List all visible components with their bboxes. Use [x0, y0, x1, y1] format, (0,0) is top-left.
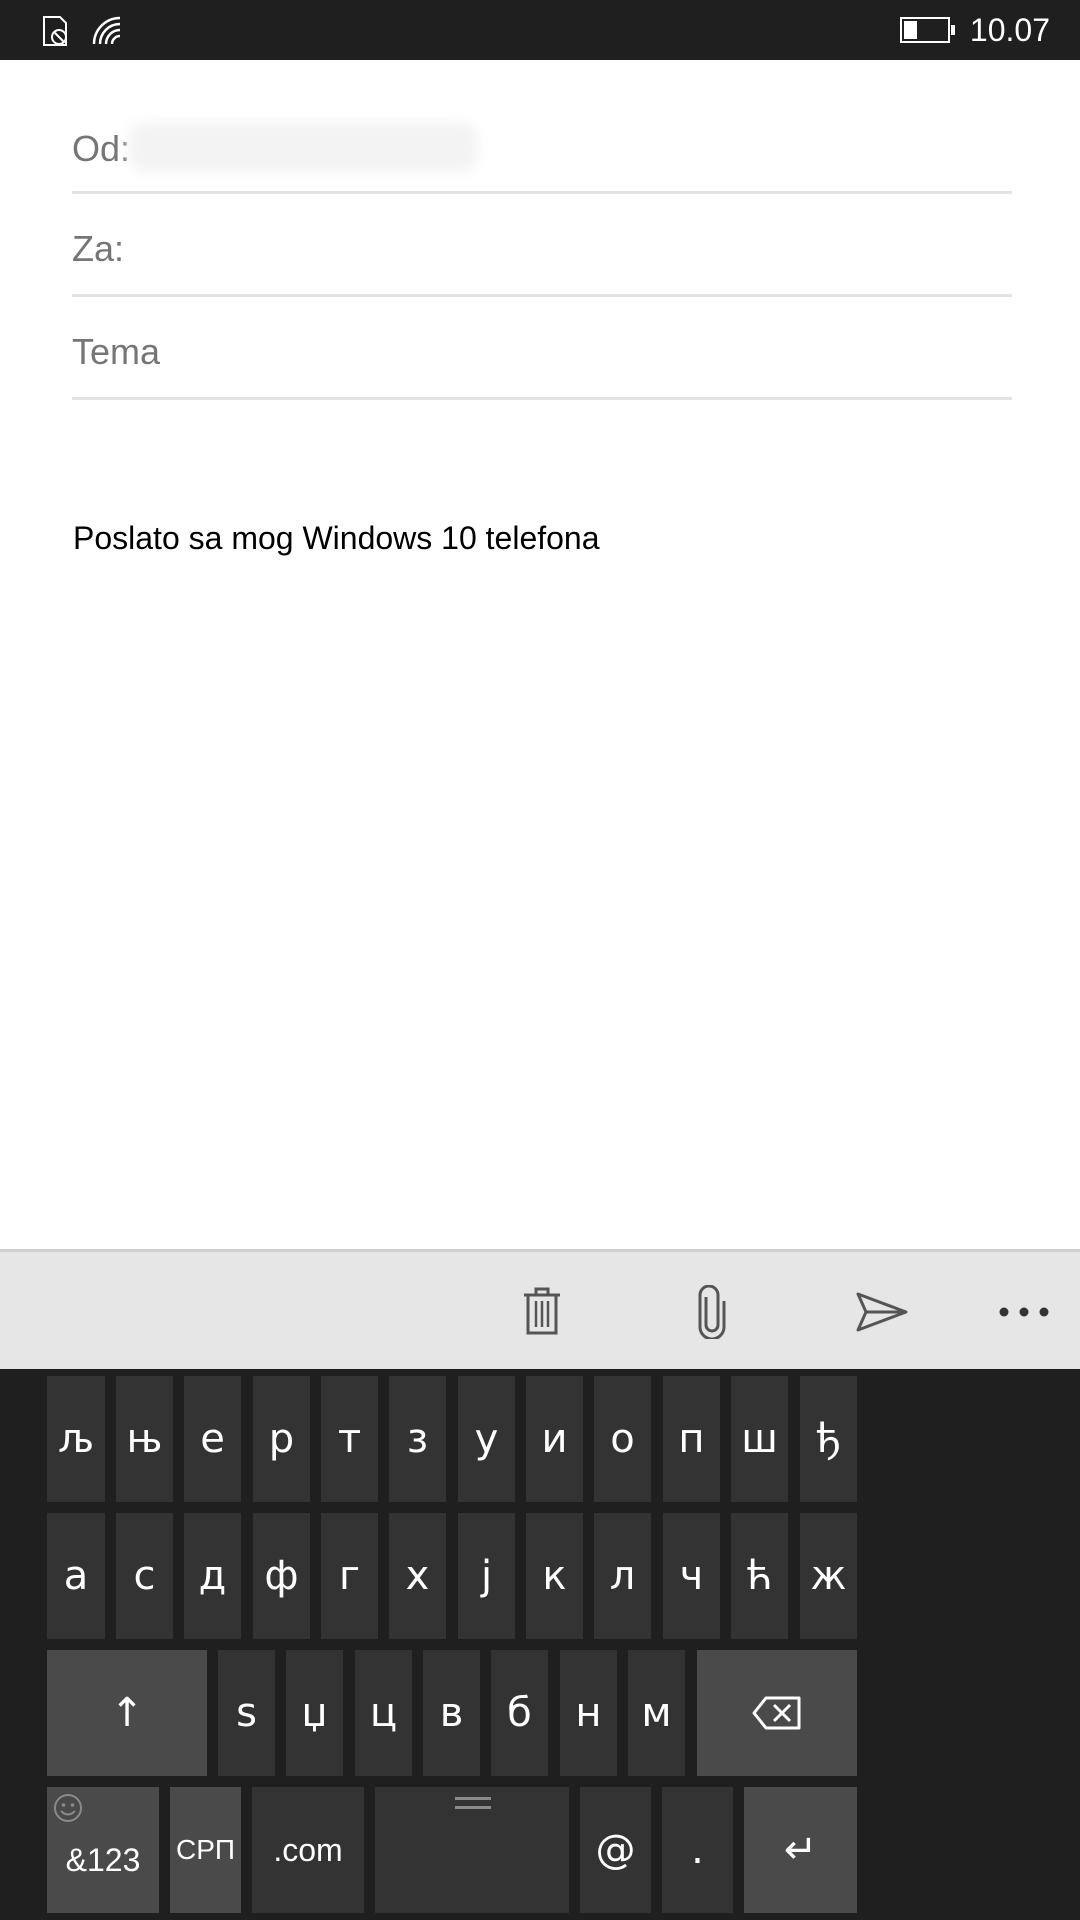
key-dzh[interactable]: џ	[286, 1650, 343, 1776]
more-icon	[999, 1307, 1049, 1317]
paperclip-icon	[698, 1285, 726, 1339]
key-b[interactable]: б	[491, 1650, 548, 1776]
send-button[interactable]	[852, 1282, 912, 1342]
key-s[interactable]: с	[116, 1513, 173, 1639]
language-key-label: СРП	[175, 1834, 236, 1865]
symbols-key[interactable]: &123	[47, 1787, 159, 1913]
backspace-key[interactable]	[697, 1650, 857, 1776]
battery-icon	[900, 17, 955, 43]
key-ch[interactable]: ч	[663, 1513, 720, 1639]
attach-button[interactable]	[682, 1282, 742, 1342]
shift-key[interactable]: ↑	[47, 1650, 207, 1776]
key-f[interactable]: ф	[253, 1513, 310, 1639]
language-key[interactable]: СРП	[170, 1787, 241, 1913]
delete-button[interactable]	[512, 1282, 572, 1342]
subject-placeholder: Tema	[72, 331, 161, 372]
symbols-key-label: &123	[65, 1841, 141, 1878]
key-d[interactable]: д	[184, 1513, 241, 1639]
emoji-icon	[54, 1794, 82, 1822]
to-label: Za:	[72, 228, 125, 269]
to-field[interactable]: Za:	[72, 194, 1012, 297]
key-g[interactable]: г	[321, 1513, 378, 1639]
key-v[interactable]: в	[423, 1650, 480, 1776]
message-body-signature[interactable]: Poslato sa mog Windows 10 telefona	[73, 520, 600, 557]
key-z[interactable]: з	[389, 1376, 446, 1502]
enter-arrow-icon: ↵	[783, 1827, 818, 1873]
key-l[interactable]: л	[594, 1513, 651, 1639]
trash-icon	[524, 1287, 560, 1335]
key-j[interactable]: ј	[458, 1513, 515, 1639]
key-dje[interactable]: ђ	[800, 1376, 857, 1502]
key-dze[interactable]: s	[218, 1650, 275, 1776]
wifi-icon	[92, 16, 121, 45]
battery-fill	[904, 21, 917, 39]
key-tje[interactable]: ћ	[731, 1513, 788, 1639]
backspace-icon	[752, 1696, 801, 1730]
key-u[interactable]: у	[458, 1376, 515, 1502]
clock: 10.07	[969, 12, 1050, 48]
key-nje[interactable]: њ	[116, 1376, 173, 1502]
send-icon	[856, 1292, 908, 1332]
key-sh[interactable]: ш	[731, 1376, 788, 1502]
key-lje[interactable]: љ	[47, 1376, 105, 1502]
status-bar: 10.07	[0, 0, 1080, 60]
dotcom-key-label: .com	[273, 1831, 343, 1868]
app-bar	[0, 1249, 1080, 1369]
key-m[interactable]: м	[628, 1650, 685, 1776]
from-field[interactable]: Od:	[72, 60, 1012, 194]
key-n[interactable]: н	[560, 1650, 617, 1776]
period-key[interactable]: .	[662, 1787, 733, 1913]
key-a[interactable]: а	[47, 1513, 105, 1639]
key-c[interactable]: ц	[355, 1650, 412, 1776]
enter-key[interactable]: ↵	[744, 1787, 857, 1913]
more-button[interactable]	[994, 1282, 1054, 1342]
on-screen-keyboard: љ њ е р т з у и о п ш ђ а с д ф г х ј к …	[0, 1369, 1080, 1920]
key-p[interactable]: п	[663, 1376, 720, 1502]
at-key[interactable]: @	[580, 1787, 651, 1913]
no-sim-icon	[43, 16, 67, 46]
key-i[interactable]: и	[526, 1376, 583, 1502]
from-address-redacted	[128, 122, 478, 172]
key-h[interactable]: х	[389, 1513, 446, 1639]
key-t[interactable]: т	[321, 1376, 378, 1502]
subject-field[interactable]: Tema	[72, 297, 1012, 400]
key-zh[interactable]: ж	[800, 1513, 857, 1639]
dotcom-key[interactable]: .com	[252, 1787, 364, 1913]
keyboard-grip-icon	[455, 1797, 491, 1809]
space-key[interactable]	[375, 1787, 569, 1913]
key-r[interactable]: р	[253, 1376, 310, 1502]
key-k[interactable]: к	[526, 1513, 583, 1639]
from-label: Od:	[72, 128, 131, 169]
key-e[interactable]: е	[184, 1376, 241, 1502]
shift-arrow-icon: ↑	[110, 1690, 144, 1736]
key-o[interactable]: о	[594, 1376, 651, 1502]
